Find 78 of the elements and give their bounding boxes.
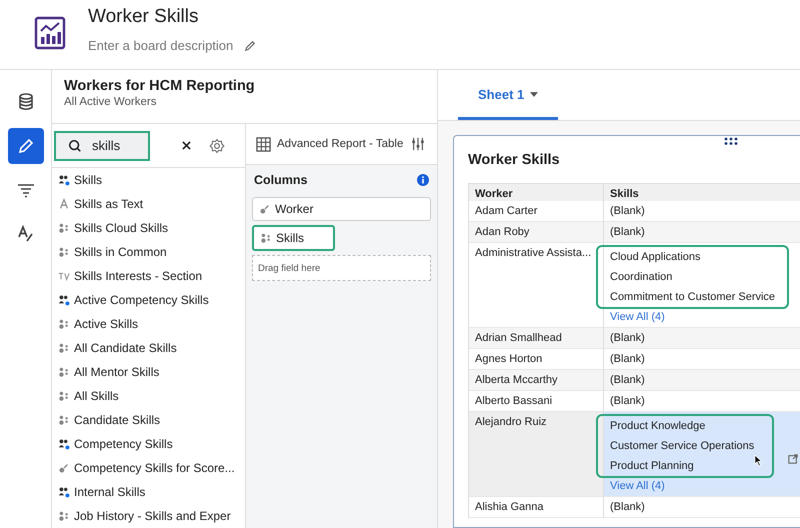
people-icon: [58, 486, 70, 498]
info-icon[interactable]: [417, 174, 429, 186]
mouse-cursor-icon: [754, 454, 763, 467]
board-title: Worker Skills: [88, 6, 200, 28]
table-cell-text: Cloud Applications: [610, 250, 701, 265]
table-cell-text: (Blank): [610, 394, 645, 409]
field-list-item[interactable]: Competency Skills for Score...: [58, 456, 245, 480]
format-text-icon: [16, 224, 36, 244]
table-cell: Alejandro Ruiz: [469, 412, 604, 497]
column-chip[interactable]: Skills: [252, 225, 335, 251]
field-list-item[interactable]: Skills as Text: [58, 192, 245, 216]
people-icon: [58, 342, 70, 354]
field-list-item[interactable]: All Skills: [58, 384, 245, 408]
table-cell-text: Customer Service Operations: [610, 439, 754, 454]
section-icon: [58, 270, 70, 282]
view-all-link[interactable]: View All (4): [610, 478, 665, 494]
people-icon: [58, 174, 70, 186]
table-cell-text: (Blank): [610, 500, 645, 515]
field-list-item[interactable]: Active Skills: [58, 312, 245, 336]
table-cell-text: (Blank): [610, 352, 645, 367]
people-icon: [58, 246, 70, 258]
field-list-item[interactable]: Skills Cloud Skills: [58, 216, 245, 240]
people-icon: [58, 414, 70, 426]
people-icon: [58, 222, 70, 234]
link-icon: [58, 462, 70, 474]
field-list-item[interactable]: All Candidate Skills: [58, 336, 245, 360]
caret-icon: [530, 92, 538, 97]
link-icon: [259, 203, 271, 215]
drag-handle-icon[interactable]: [724, 137, 738, 145]
table-cell: Adrian Smallhead: [469, 328, 604, 349]
table-cell: Adan Roby: [469, 222, 604, 243]
report-type-label: Advanced Report - Table: [277, 138, 404, 150]
field-list-item[interactable]: Skills: [58, 168, 245, 192]
settings-icon[interactable]: [209, 138, 225, 154]
pencil-icon[interactable]: [244, 40, 256, 52]
close-icon[interactable]: [182, 141, 191, 150]
field-list-item[interactable]: Competency Skills: [58, 432, 245, 456]
table-cell: Alishia Ganna: [469, 497, 604, 518]
column-chip[interactable]: Worker: [252, 197, 431, 221]
table-cell-text: Commitment to Customer Service: [610, 290, 776, 305]
field-list-item[interactable]: Job History - Skills and Exper: [58, 504, 245, 528]
people-icon: [58, 390, 70, 402]
column-header: Skills: [609, 187, 640, 201]
data-source-title: Workers for HCM Reporting: [64, 78, 256, 94]
report-title: Worker Skills: [468, 152, 561, 168]
field-list-item[interactable]: Internal Skills: [58, 480, 245, 504]
view-all-link[interactable]: View All (4): [610, 309, 665, 325]
data-source-subtitle: All Active Workers: [64, 96, 158, 108]
table-cell: Alberta Mccarthy: [469, 370, 604, 391]
external-link-icon[interactable]: [788, 454, 798, 464]
field-list-item[interactable]: All Mentor Skills: [58, 360, 245, 384]
people-icon: [58, 366, 70, 378]
table-cell-text: (Blank): [610, 373, 645, 388]
table-cell-text: (Blank): [610, 204, 645, 219]
table-grid-icon: [256, 136, 271, 152]
people-icon: [58, 294, 70, 306]
table-cell-text: Coordination: [610, 270, 672, 285]
chart-logo-icon: [34, 16, 66, 50]
table-cell-text: Product Planning: [610, 459, 694, 474]
table-cell-text: (Blank): [610, 225, 645, 240]
field-list-item[interactable]: Skills Interests - Section: [58, 264, 245, 288]
field-list-item[interactable]: Skills in Common: [58, 240, 245, 264]
field-list-item[interactable]: Candidate Skills: [58, 408, 245, 432]
people-icon: [58, 510, 70, 522]
column-header: Worker: [469, 184, 604, 201]
search-field[interactable]: skills: [54, 130, 150, 160]
field-list-item[interactable]: Active Competency Skills: [58, 288, 245, 312]
search-icon: [68, 138, 82, 152]
table-cell-text: (Blank): [610, 331, 645, 346]
drop-zone[interactable]: Drag field here: [252, 255, 431, 281]
people-icon: [260, 232, 272, 244]
sliders-icon[interactable]: [411, 137, 426, 151]
text-icon: [58, 198, 70, 210]
people-icon: [58, 438, 70, 450]
people-icon: [58, 318, 70, 330]
table-cell-text: Product Knowledge: [610, 419, 706, 434]
sidebar-tab[interactable]: [8, 128, 44, 164]
columns-heading: Columns: [254, 173, 308, 187]
